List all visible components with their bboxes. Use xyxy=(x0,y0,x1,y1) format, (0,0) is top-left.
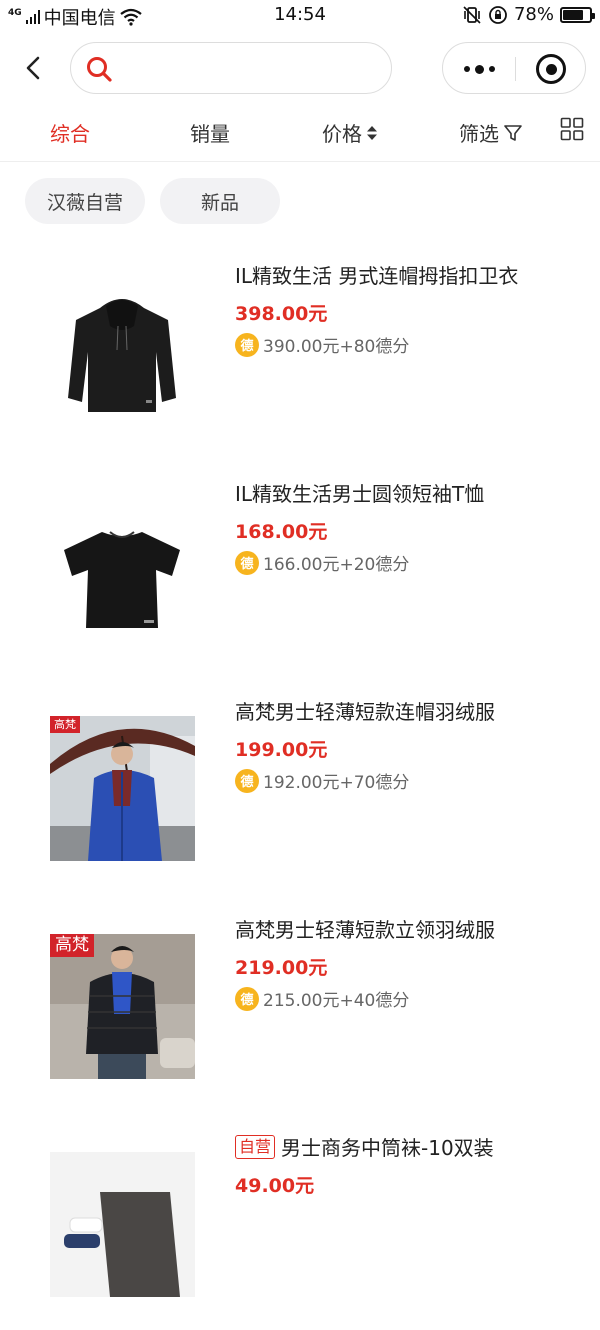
self-operated-badge: 自营 xyxy=(235,1134,276,1159)
points-text: 166.00元+20德分 xyxy=(263,555,410,575)
de-coin-icon: 德 xyxy=(235,550,259,575)
tag-self-operated[interactable]: 汉薇自营 xyxy=(25,178,145,224)
more-dot-icon xyxy=(474,64,484,74)
tab-price[interactable]: 价格 xyxy=(322,118,378,147)
vibrate-icon xyxy=(463,5,481,24)
more-dot-icon xyxy=(488,66,495,72)
product-item[interactable]: 高梵 高梵男士轻薄短款连帽羽绒服 199.00元 德 192.00元+70德分 xyxy=(0,676,600,894)
product-price: 199.00元 xyxy=(235,739,328,761)
nav-bar xyxy=(0,38,600,98)
product-item[interactable]: 自营 男士商务中筒袜-10双装 49.00元 xyxy=(0,1112,600,1330)
product-price: 168.00元 xyxy=(235,521,328,543)
product-item[interactable]: IL精致生活男士圆领短袖T恤 168.00元 德 166.00元+20德分 xyxy=(0,458,600,676)
tab-comprehensive[interactable]: 综合 xyxy=(50,118,90,147)
de-coin-icon: 德 xyxy=(235,986,259,1011)
product-item[interactable]: IL精致生活 男式连帽拇指扣卫衣 398.00元 德 390.00元+80德分 xyxy=(0,240,600,458)
battery-icon xyxy=(560,6,595,23)
product-image-socks xyxy=(50,1152,195,1297)
filter-icon xyxy=(504,124,522,141)
close-mini-program-button[interactable] xyxy=(516,43,586,95)
filter-tags: 汉薇自营 新品 xyxy=(0,178,600,226)
product-name: 高梵男士轻薄短款连帽羽绒服 xyxy=(235,700,495,724)
battery-percent: 78% xyxy=(513,4,554,25)
product-image-tshirt xyxy=(50,498,195,643)
product-name: IL精致生活男士圆领短袖T恤 xyxy=(235,482,485,506)
de-coin-icon: 德 xyxy=(235,768,259,793)
rotation-lock-icon xyxy=(489,5,507,24)
status-bar: 4G 中国电信 14:54 78% xyxy=(0,0,600,30)
tab-label: 价格 xyxy=(322,122,362,146)
points-text: 215.00元+40德分 xyxy=(263,991,410,1011)
battery-fill xyxy=(563,9,584,20)
tab-label: 综合 xyxy=(50,122,90,146)
product-points: 德 215.00元+40德分 xyxy=(235,986,409,1011)
search-input[interactable] xyxy=(123,53,373,85)
more-dot-icon xyxy=(463,66,470,72)
target-icon xyxy=(536,54,566,84)
product-points: 德 390.00元+80德分 xyxy=(235,332,409,357)
product-price: 219.00元 xyxy=(235,957,328,979)
product-image-hoodie xyxy=(50,280,195,425)
search-icon xyxy=(87,57,112,82)
product-points: 德 166.00元+20德分 xyxy=(235,550,409,575)
sort-arrows-icon xyxy=(367,125,377,140)
product-image-black-down-jacket: 高梵 xyxy=(50,934,195,1079)
product-price: 398.00元 xyxy=(235,303,328,325)
product-name: 自营 男士商务中筒袜-10双装 xyxy=(235,1132,585,1161)
status-right: 78% xyxy=(462,4,595,25)
points-text: 390.00元+80德分 xyxy=(263,337,410,357)
tag-new[interactable]: 新品 xyxy=(160,178,280,224)
sort-tabs: 综合 销量 价格 筛选 xyxy=(0,104,600,162)
back-button[interactable] xyxy=(20,54,48,82)
search-box[interactable] xyxy=(70,42,392,94)
product-item[interactable]: 高梵 高梵男士轻薄短款立领羽绒服 219.00元 德 215.00元+40德分 xyxy=(0,894,600,1112)
product-price: 49.00元 xyxy=(235,1175,315,1197)
more-button[interactable] xyxy=(443,43,515,95)
mini-program-capsule xyxy=(442,42,586,94)
tab-label: 销量 xyxy=(190,122,230,146)
grid-view-icon[interactable] xyxy=(560,117,584,141)
tab-filter[interactable]: 筛选 xyxy=(459,118,523,147)
tab-label: 筛选 xyxy=(459,122,499,146)
brand-badge: 高梵 xyxy=(50,716,80,733)
tab-sales[interactable]: 销量 xyxy=(190,118,230,147)
product-name: IL精致生活 男式连帽拇指扣卫衣 xyxy=(235,264,519,288)
product-name-text: 男士商务中筒袜-10双装 xyxy=(281,1136,494,1160)
product-name: 高梵男士轻薄短款立领羽绒服 xyxy=(235,918,495,942)
product-points: 德 192.00元+70德分 xyxy=(235,768,409,793)
de-coin-icon: 德 xyxy=(235,332,259,357)
brand-badge: 高梵 xyxy=(50,934,94,957)
product-image-down-jacket-umbrella: 高梵 xyxy=(50,716,195,861)
points-text: 192.00元+70德分 xyxy=(263,773,410,793)
